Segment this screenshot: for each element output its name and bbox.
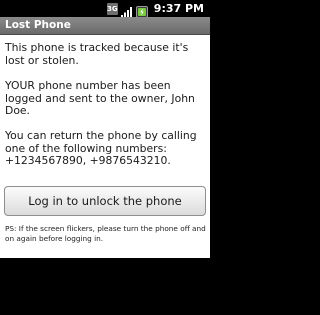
message-panel: This phone is tracked because it's lost … [0,35,210,258]
status-clock: 9:37 PM [153,2,204,15]
network-3g-icon: 3G [106,2,118,15]
return-instructions: You can return the phone by calling one … [5,129,197,167]
logged-notice: YOUR phone number has been logged and se… [5,79,195,117]
ps-note: PS: If the screen flickers, please turn … [5,224,206,243]
status-icons: 3G 9:37 PM [106,0,210,18]
tracking-notice: This phone is tracked because it's lost … [5,41,189,67]
battery-icon [135,3,148,18]
signal-strength-icon [120,3,133,18]
unlock-button[interactable]: Log in to unlock the phone [4,186,206,216]
status-bar: 3G 9:37 PM [0,0,210,18]
window-title: Lost Phone [5,19,71,31]
title-bar: Lost Phone [0,17,210,35]
